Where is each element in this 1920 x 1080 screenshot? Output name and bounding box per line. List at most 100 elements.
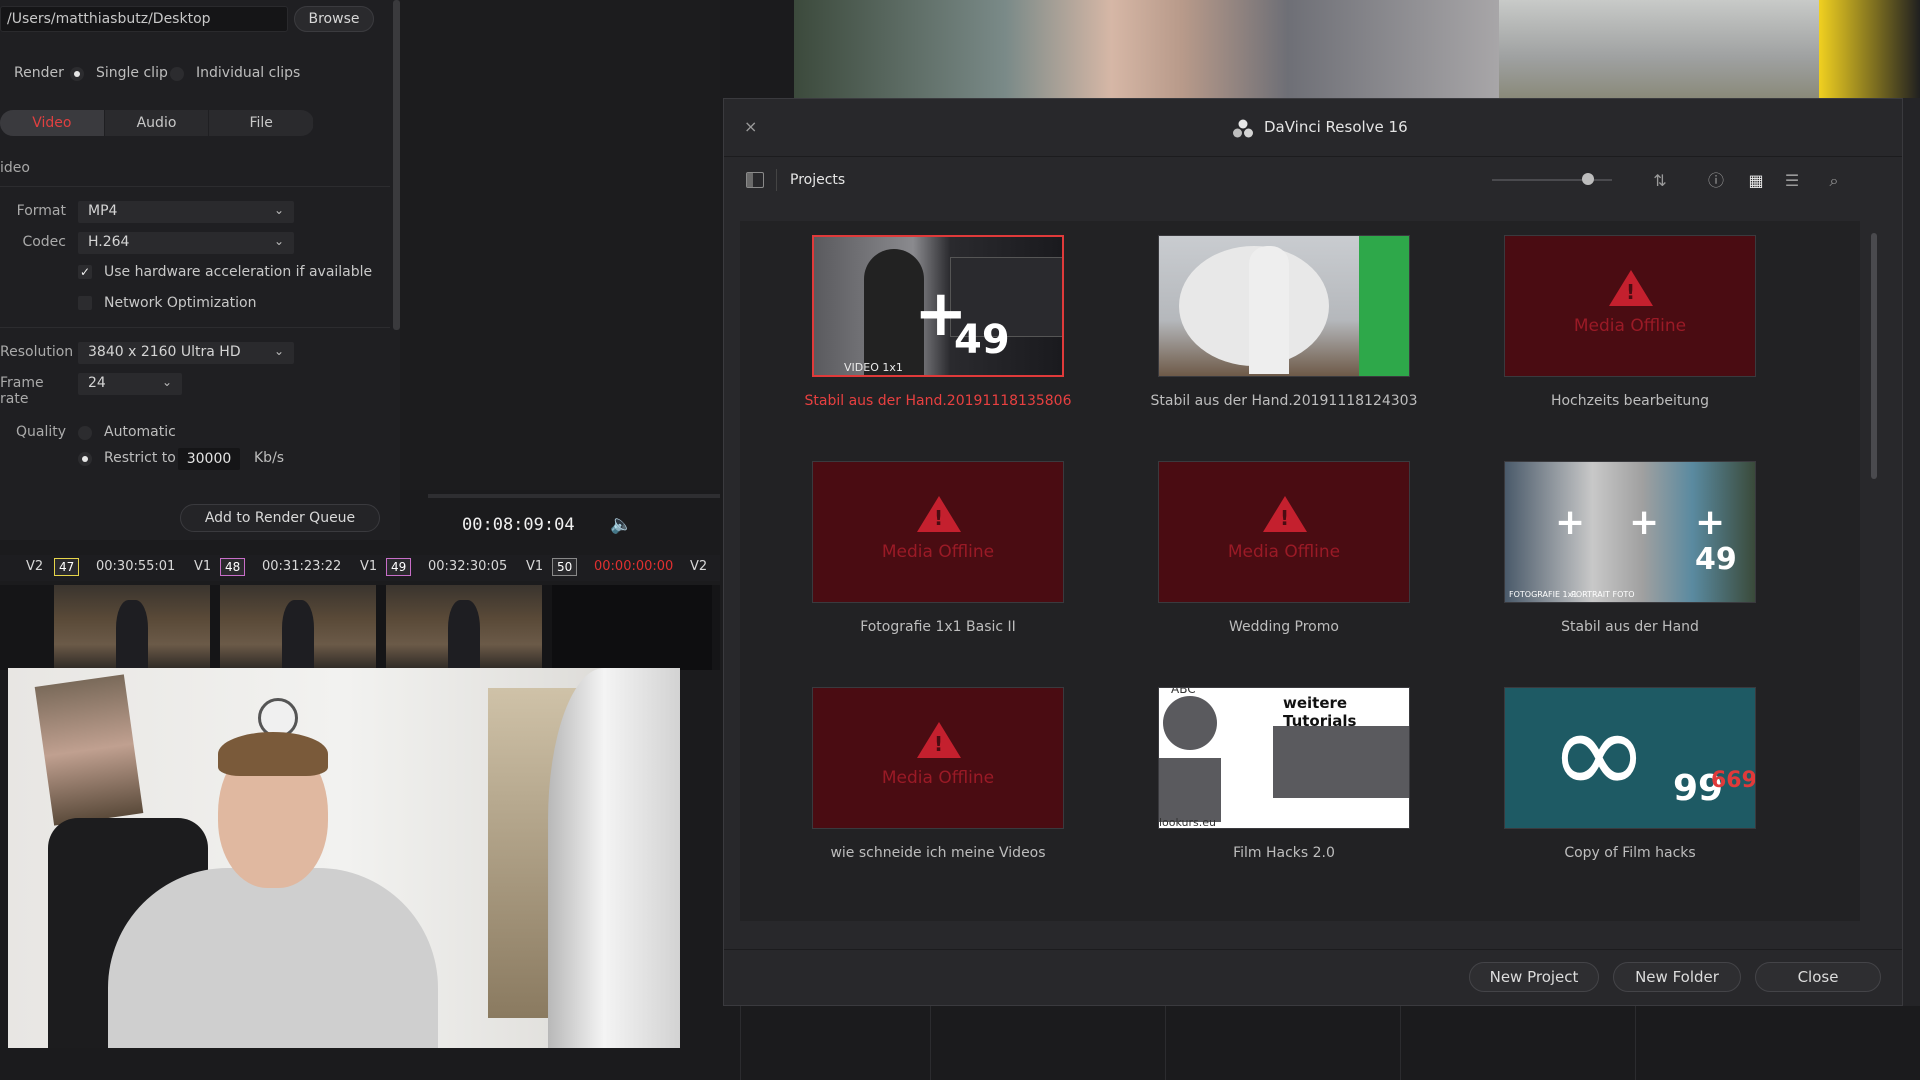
- resolution-label: Resolution: [0, 344, 74, 360]
- format-label: Format: [16, 203, 66, 219]
- clip-track: V1: [194, 559, 212, 574]
- new-folder-button[interactable]: New Folder: [1613, 962, 1741, 992]
- project-tile[interactable]: ABC weitere Tutorials lookurs.eu Film Ha…: [1158, 687, 1410, 867]
- preview-thumbnail: [794, 0, 1499, 98]
- right-edge-panel: [1903, 98, 1920, 1008]
- plus-icon: +: [1695, 502, 1726, 543]
- divider: [0, 327, 390, 328]
- automatic-radio[interactable]: [78, 426, 92, 440]
- single-clip-label: Single clip: [96, 65, 168, 81]
- circle-shape: [1163, 696, 1217, 750]
- grid-view-icon[interactable]: ▦: [1744, 169, 1768, 193]
- divider: [930, 1006, 931, 1080]
- sort-icon[interactable]: ⇅: [1648, 169, 1672, 193]
- project-tile[interactable]: ! Media Offline Fotografie 1x1 Basic II: [812, 461, 1064, 641]
- thumbnail-tag: FOTOGRAFIE 1x1: [1509, 590, 1578, 599]
- project-tile[interactable]: ∞ 99 669 Copy of Film hacks: [1504, 687, 1756, 867]
- project-tile[interactable]: ! Media Offline Wedding Promo: [1158, 461, 1410, 641]
- hw-accel-checkbox[interactable]: ✓: [78, 265, 92, 279]
- bitrate-unit: Kb/s: [254, 450, 285, 466]
- viewer-timecode: 00:08:09:04: [462, 515, 575, 535]
- tab-video[interactable]: Video: [0, 110, 105, 136]
- breadcrumb[interactable]: Projects: [790, 172, 845, 188]
- thumbnail-url: lookurs.eu: [1159, 816, 1217, 829]
- project-tile[interactable]: ! Media Offline Hochzeits bearbeitung: [1504, 235, 1756, 415]
- add-to-render-queue-button[interactable]: Add to Render Queue: [180, 504, 380, 532]
- webcam-video: [8, 668, 680, 1048]
- clip-number[interactable]: 48: [220, 558, 246, 576]
- panel-scrollbar[interactable]: [393, 0, 400, 330]
- project-thumbnail: ∞ 99 669: [1504, 687, 1756, 829]
- single-clip-radio[interactable]: [70, 67, 84, 81]
- framerate-value: 24: [88, 375, 106, 391]
- clip-timecode: 00:31:23:22: [262, 559, 342, 574]
- infinity-icon: ∞: [1549, 687, 1649, 823]
- list-view-icon[interactable]: ☰: [1780, 169, 1804, 193]
- volume-icon[interactable]: 🔈: [610, 514, 632, 535]
- project-tile[interactable]: + 49 VIDEO 1x1 Stabil aus der Hand.20191…: [805, 235, 1072, 415]
- browse-button[interactable]: Browse: [294, 6, 374, 32]
- codec-dropdown[interactable]: H.264 ⌄: [78, 232, 294, 254]
- clip-thumbnail[interactable]: [386, 585, 542, 670]
- bitrate-input[interactable]: 30000: [178, 448, 240, 470]
- automatic-label: Automatic: [104, 424, 176, 440]
- format-dropdown[interactable]: MP4 ⌄: [78, 201, 294, 223]
- sidebar-toggle-icon[interactable]: [746, 172, 764, 188]
- clip-timecode: 00:32:30:05: [428, 559, 508, 574]
- section-title: ideo: [0, 160, 30, 176]
- project-thumbnail: ! Media Offline: [1504, 235, 1756, 377]
- square-shape: [1159, 758, 1221, 822]
- network-opt-checkbox[interactable]: [78, 296, 92, 310]
- thumbnail-title: weitere Tutorials: [1283, 694, 1357, 730]
- clip-number[interactable]: 50: [552, 558, 578, 576]
- resolution-value: 3840 x 2160 Ultra HD: [88, 344, 241, 360]
- clip-number[interactable]: 47: [54, 558, 80, 576]
- divider: [1635, 1006, 1636, 1080]
- close-icon[interactable]: ×: [744, 117, 757, 136]
- warning-mark: !: [934, 506, 944, 530]
- dialog-titlebar: × DaVinci Resolve 16: [724, 99, 1902, 157]
- media-offline-text: Media Offline: [1573, 316, 1687, 336]
- tab-file[interactable]: File: [209, 110, 314, 136]
- clip-number[interactable]: 49: [386, 558, 412, 576]
- dialog-title: DaVinci Resolve 16: [1264, 118, 1408, 136]
- clip-track: V1: [526, 559, 544, 574]
- location-field[interactable]: /Users/matthiasbutz/Desktop: [0, 6, 288, 32]
- rectangle-shape: [1273, 726, 1409, 798]
- viewer-scrubber[interactable]: [428, 494, 720, 498]
- project-grid: + 49 VIDEO 1x1 Stabil aus der Hand.20191…: [740, 221, 1860, 921]
- clip-thumbnail[interactable]: [54, 585, 210, 670]
- tab-audio[interactable]: Audio: [105, 110, 210, 136]
- warning-mark: !: [1280, 506, 1290, 530]
- clip-thumbnail[interactable]: [552, 585, 712, 670]
- search-icon[interactable]: ⌕: [1822, 169, 1846, 193]
- project-tile[interactable]: + + + 49 FOTOGRAFIE 1x1 PORTRAIT FOTO St…: [1504, 461, 1756, 641]
- project-tile[interactable]: Stabil aus der Hand.20191118124303: [1151, 235, 1418, 415]
- framerate-dropdown[interactable]: 24 ⌄: [78, 373, 182, 395]
- new-project-button[interactable]: New Project: [1469, 962, 1599, 992]
- plus-icon: +: [1555, 502, 1586, 543]
- project-tile[interactable]: ! Media Offline wie schneide ich meine V…: [812, 687, 1064, 867]
- preview-thumbnail: [1819, 0, 1920, 98]
- close-button[interactable]: Close: [1755, 962, 1881, 992]
- project-manager-dialog: × DaVinci Resolve 16 Projects ⇅ ⓘ ▦ ☰ ⌕: [723, 98, 1903, 1006]
- dialog-footer: New Project New Folder Close: [724, 949, 1902, 1007]
- restrict-radio[interactable]: [78, 452, 92, 466]
- resolution-dropdown[interactable]: 3840 x 2160 Ultra HD ⌄: [78, 342, 294, 364]
- slider-handle[interactable]: [1582, 173, 1594, 185]
- info-icon[interactable]: ⓘ: [1704, 169, 1728, 193]
- clip-thumbnail[interactable]: [220, 585, 376, 670]
- project-name: wie schneide ich meine Videos: [830, 845, 1046, 861]
- individual-clips-radio[interactable]: [170, 67, 184, 81]
- clip-timecode: 00:30:55:01: [96, 559, 176, 574]
- thumbnail-number: 49: [1695, 542, 1737, 577]
- codec-value: H.264: [88, 234, 130, 250]
- person: [1249, 246, 1289, 374]
- chevron-down-icon: ⌄: [273, 203, 284, 217]
- thumbnail-size-slider[interactable]: [1492, 179, 1612, 181]
- grid-scrollbar[interactable]: [1871, 233, 1877, 479]
- monitor: [548, 668, 680, 1048]
- thumbnail-tag: VIDEO 1x1: [844, 361, 903, 374]
- restrict-label: Restrict to: [104, 450, 176, 466]
- chevron-down-icon: ⌄: [273, 234, 284, 248]
